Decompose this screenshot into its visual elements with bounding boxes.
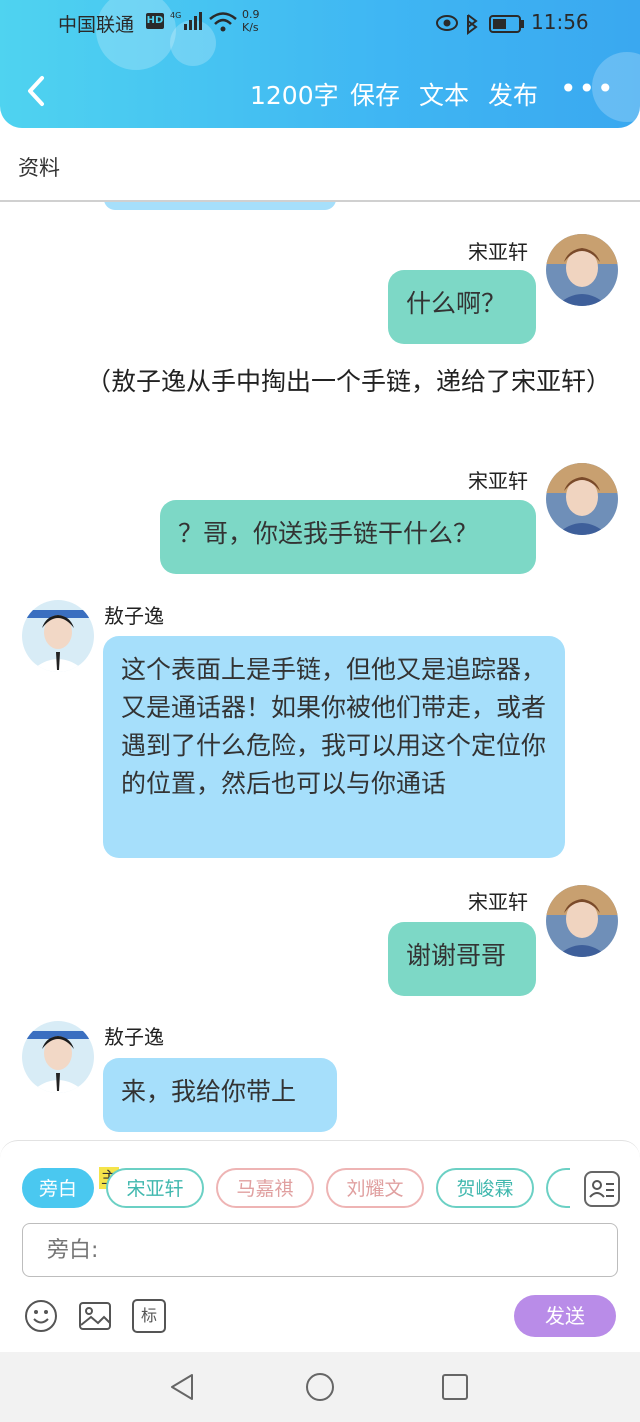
- carrier-name: 中国联通: [58, 14, 135, 36]
- word-count: 1200字: [250, 81, 339, 110]
- message-bubble: ？哥，你送我手链干什么？: [160, 500, 536, 574]
- publish-button[interactable]: 发布: [488, 76, 538, 112]
- avatar-song-yaxuan[interactable]: [546, 234, 618, 306]
- hd-badge: HD: [146, 13, 164, 29]
- nav-recents-icon[interactable]: [440, 1372, 470, 1402]
- avatar-image: [546, 885, 618, 957]
- status-icons: [436, 14, 524, 35]
- avatar-image: [546, 463, 618, 535]
- save-button[interactable]: 保存: [350, 76, 400, 112]
- character-chip[interactable]: 刘耀文: [326, 1168, 424, 1208]
- character-chip-partial[interactable]: [546, 1168, 570, 1208]
- mark-button[interactable]: 标: [132, 1299, 166, 1333]
- eye-icon: [436, 15, 458, 31]
- nav-back-icon[interactable]: [168, 1372, 198, 1402]
- send-button[interactable]: 发送: [514, 1295, 616, 1337]
- top-bar: 中国联通 HD 4G 0.9 K/s 11:56 1200字 保存 文本 发布 …: [0, 0, 640, 128]
- speed-unit: K/s: [242, 21, 259, 34]
- avatar-song-yaxuan[interactable]: [546, 463, 618, 535]
- bluetooth-icon: [467, 14, 478, 35]
- sender-name: 敖子逸: [104, 1025, 164, 1049]
- network-speed: 0.9 K/s: [242, 8, 260, 34]
- info-label[interactable]: 资料: [18, 152, 60, 182]
- avatar-image: [546, 234, 618, 306]
- avatar-image: [22, 600, 94, 672]
- message-input[interactable]: [22, 1223, 618, 1277]
- sender-name: 宋亚轩: [468, 469, 528, 493]
- narration-text: （敖子逸从手中掏出一个手链，递给了宋亚轩）: [86, 367, 612, 396]
- avatar-song-yaxuan[interactable]: [546, 885, 618, 957]
- nav-home-icon[interactable]: [305, 1372, 335, 1402]
- message-bubble: 谢谢哥哥: [388, 922, 536, 996]
- speed-value: 0.9: [242, 8, 260, 21]
- battery-icon: [489, 15, 524, 33]
- character-chip-narrator[interactable]: 旁白: [22, 1168, 94, 1208]
- image-icon[interactable]: [78, 1299, 112, 1333]
- message-bubble: 来，我给你带上: [103, 1058, 337, 1132]
- info-bar: 资料: [0, 128, 640, 202]
- text-button[interactable]: 文本: [419, 76, 469, 112]
- more-options-icon[interactable]: •••: [560, 72, 616, 105]
- previous-message-bubble: [104, 202, 336, 210]
- system-nav-bar: [0, 1352, 640, 1422]
- avatar-image: [22, 1021, 94, 1093]
- chat-area[interactable]: 宋亚轩 什么啊？ （敖子逸从手中掏出一个手链，递给了宋亚轩） 宋亚轩 ？哥，你送…: [0, 202, 640, 1140]
- character-chip[interactable]: 贺峻霖: [436, 1168, 534, 1208]
- svg-text:4G: 4G: [170, 11, 181, 20]
- sender-name: 宋亚轩: [468, 240, 528, 264]
- avatar-ao-ziyi[interactable]: [22, 600, 94, 672]
- character-chip[interactable]: 宋亚轩: [106, 1168, 204, 1208]
- avatar-ao-ziyi[interactable]: [22, 1021, 94, 1093]
- wifi-icon: [209, 12, 237, 32]
- message-bubble: 什么啊？: [388, 270, 536, 344]
- clock: 11:56: [531, 10, 589, 34]
- sender-name: 敖子逸: [104, 604, 164, 628]
- signal-icon: 4G: [170, 11, 202, 30]
- status-bar: 中国联通 HD 4G 0.9 K/s 11:56: [0, 6, 640, 40]
- back-arrow-icon[interactable]: [24, 74, 48, 108]
- character-chip[interactable]: 马嘉祺: [216, 1168, 314, 1208]
- emoji-icon[interactable]: [24, 1299, 58, 1333]
- contact-card-icon[interactable]: [584, 1171, 620, 1207]
- sender-name: 宋亚轩: [468, 890, 528, 914]
- message-bubble: 这个表面上是手链，但他又是追踪器，又是通话器！如果你被他们带走，或者遇到了什么危…: [103, 636, 565, 858]
- contact-card-glyph: [589, 1180, 614, 1198]
- compose-panel: 旁白 主 宋亚轩 马嘉祺 刘耀文 贺峻霖 标 发送: [0, 1140, 640, 1352]
